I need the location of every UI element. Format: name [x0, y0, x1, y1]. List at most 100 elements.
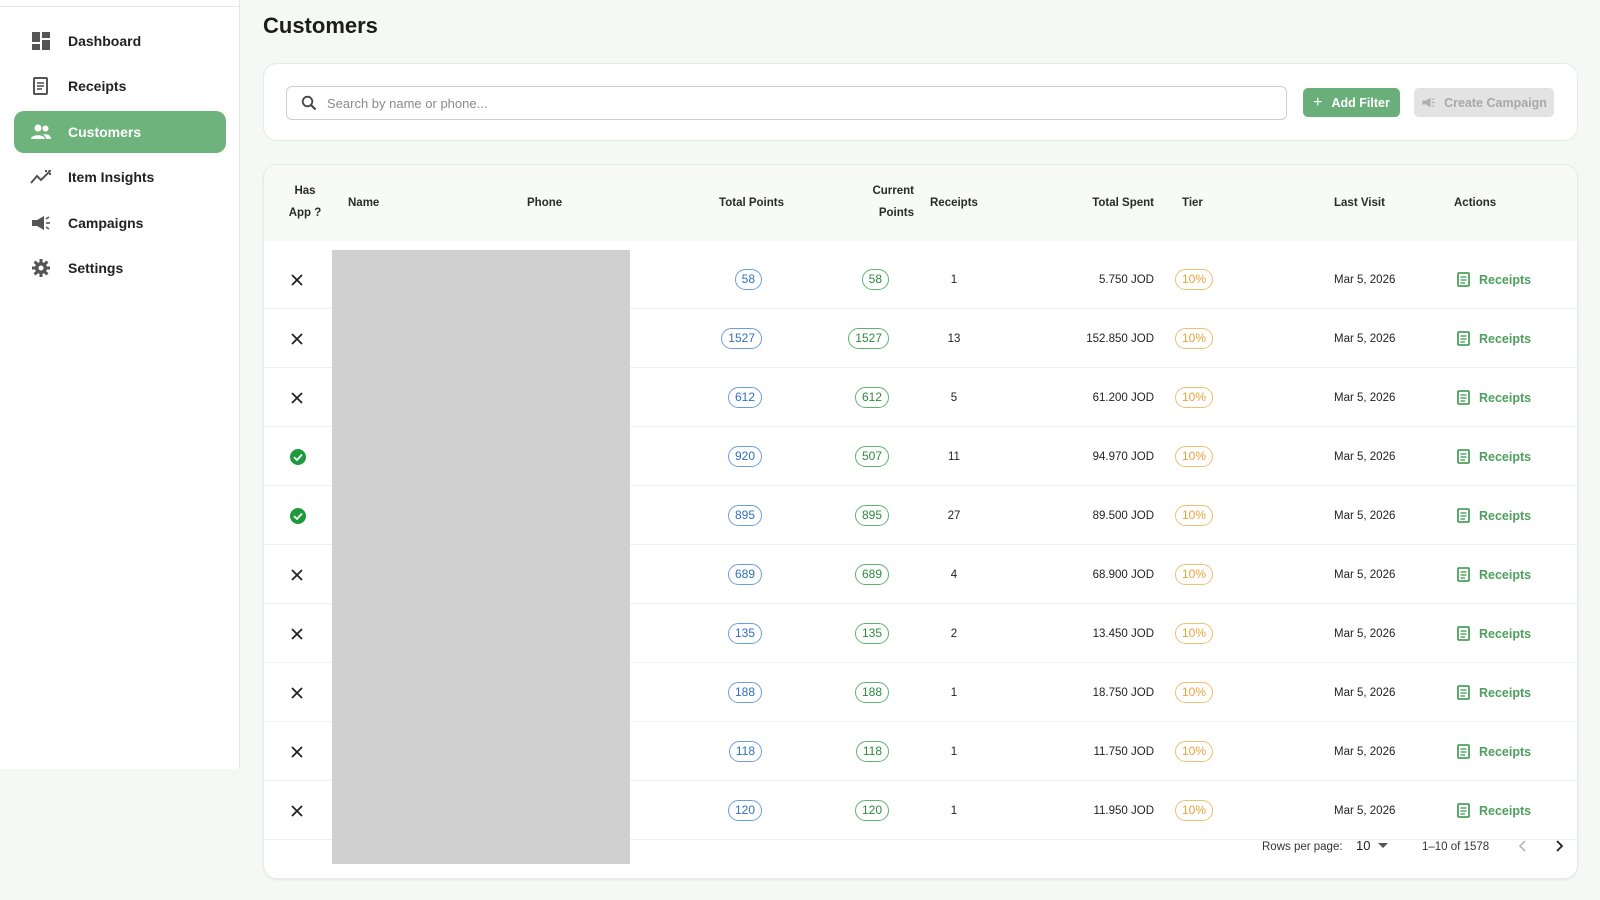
view-receipts-label: Receipts — [1479, 508, 1532, 523]
tier-badge: 10% — [1175, 505, 1214, 526]
tier-cell: 10% — [1175, 663, 1214, 722]
view-receipts-button[interactable]: Receipts — [1457, 567, 1531, 582]
sidebar-divider — [0, 6, 240, 7]
last-visit: Mar 5, 2026 — [1334, 391, 1396, 404]
total-points-cell: 58 — [684, 250, 762, 309]
tier-cell: 10% — [1175, 722, 1214, 781]
last-visit: Mar 5, 2026 — [1334, 568, 1396, 581]
total-points-badge: 920 — [727, 446, 762, 467]
current-points-badge: 188 — [854, 682, 889, 703]
search-input[interactable] — [327, 95, 1286, 111]
current-points-cell: 689 — [809, 545, 889, 604]
no-app-close-icon — [290, 545, 304, 604]
view-receipts-button[interactable]: Receipts — [1457, 685, 1531, 700]
current-points-cell: 188 — [809, 663, 889, 722]
sidebar-item-receipts[interactable]: Receipts — [14, 65, 226, 107]
has-app-check-icon — [290, 427, 306, 486]
header-has-app[interactable]: Has App ? — [287, 180, 323, 224]
view-receipts-button[interactable]: Receipts — [1457, 744, 1531, 759]
receipt-icon — [1457, 685, 1470, 700]
receipt-icon — [1457, 272, 1470, 287]
current-points-cell: 118 — [809, 722, 889, 781]
no-app-close-icon — [290, 663, 304, 722]
sidebar-item-item-insights[interactable]: Item Insights — [14, 156, 226, 198]
header-current-points[interactable]: Current Points — [854, 180, 914, 224]
page-title: Customers — [263, 13, 378, 38]
no-app-close-icon — [290, 250, 304, 309]
total-spent: 11.750 JOD — [1093, 745, 1154, 758]
view-receipts-button[interactable]: Receipts — [1457, 272, 1531, 287]
total-points-cell: 895 — [684, 486, 762, 545]
view-receipts-label: Receipts — [1479, 626, 1532, 641]
tier-badge: 10% — [1175, 387, 1214, 408]
search-icon — [301, 95, 317, 111]
megaphone-icon — [30, 212, 52, 234]
view-receipts-label: Receipts — [1479, 685, 1532, 700]
receipt-icon — [30, 75, 52, 97]
current-points-cell: 612 — [809, 368, 889, 427]
add-filter-button[interactable]: + Add Filter — [1303, 88, 1400, 117]
pagination-range: 1–10 of 1578 — [1422, 841, 1490, 853]
total-points-badge: 612 — [727, 387, 762, 408]
tier-cell: 10% — [1175, 604, 1214, 663]
sidebar-item-label: Settings — [68, 259, 124, 276]
total-points-badge: 1527 — [721, 328, 762, 349]
receipts-count: 11 — [948, 450, 960, 463]
view-receipts-button[interactable]: Receipts — [1457, 803, 1531, 818]
actions-cell: Receipts — [1457, 604, 1531, 663]
header-name[interactable]: Name — [348, 192, 379, 214]
receipt-icon — [1457, 331, 1470, 346]
view-receipts-label: Receipts — [1479, 744, 1532, 759]
view-receipts-button[interactable]: Receipts — [1457, 331, 1531, 346]
total-points-badge: 895 — [727, 505, 762, 526]
view-receipts-button[interactable]: Receipts — [1457, 626, 1531, 641]
total-spent: 152.850 JOD — [1086, 332, 1154, 345]
table-header: Has App ? Name Phone Total Points Curren… — [264, 165, 1577, 241]
customers-table: Has App ? Name Phone Total Points Curren… — [263, 164, 1578, 879]
next-page-button[interactable] — [1548, 835, 1570, 857]
tier-badge: 10% — [1175, 328, 1214, 349]
chevron-right-icon — [1556, 840, 1564, 852]
header-total-spent[interactable]: Total Spent — [1054, 192, 1154, 214]
create-campaign-button[interactable]: Create Campaign — [1414, 88, 1554, 117]
rows-per-page-value: 10 — [1356, 838, 1371, 853]
view-receipts-label: Receipts — [1479, 449, 1532, 464]
header-tier[interactable]: Tier — [1182, 192, 1203, 214]
sidebar-item-customers[interactable]: Customers — [14, 110, 226, 153]
sidebar-item-campaigns[interactable]: Campaigns — [14, 202, 226, 244]
filter-card: + Add Filter Create Campaign — [263, 63, 1578, 141]
sidebar-item-label: Dashboard — [68, 33, 142, 49]
tier-badge: 10% — [1175, 623, 1214, 644]
view-receipts-button[interactable]: Receipts — [1457, 508, 1531, 523]
rows-per-page-select[interactable]: 10 — [1356, 838, 1389, 853]
total-points-cell: 118 — [684, 722, 762, 781]
current-points-cell: 1527 — [809, 309, 889, 368]
header-actions: Actions — [1454, 197, 1497, 209]
view-receipts-button[interactable]: Receipts — [1457, 390, 1531, 405]
sidebar-item-dashboard[interactable]: Dashboard — [14, 20, 226, 62]
actions-cell: Receipts — [1457, 722, 1531, 781]
previous-page-button[interactable] — [1512, 835, 1534, 857]
receipt-icon — [1457, 508, 1470, 523]
current-points-badge: 118 — [855, 741, 889, 762]
header-phone[interactable]: Phone — [527, 192, 562, 214]
total-points-cell: 612 — [684, 368, 762, 427]
megaphone-icon — [1421, 95, 1436, 110]
tier-cell: 10% — [1175, 545, 1214, 604]
header-receipts[interactable]: Receipts — [930, 192, 978, 214]
actions-cell: Receipts — [1457, 663, 1531, 722]
receipts-count: 27 — [947, 509, 961, 522]
tier-badge: 10% — [1175, 682, 1214, 703]
redacted-name-phone-area — [332, 250, 630, 864]
view-receipts-button[interactable]: Receipts — [1457, 449, 1531, 464]
plus-icon: + — [1313, 93, 1323, 111]
no-app-close-icon — [290, 368, 304, 427]
current-points-cell: 507 — [809, 427, 889, 486]
header-total-points[interactable]: Total Points — [684, 192, 784, 214]
current-points-cell: 895 — [809, 486, 889, 545]
receipts-count: 13 — [947, 332, 961, 345]
rows-per-page-label: Rows per page: — [1262, 841, 1343, 853]
sidebar-item-settings[interactable]: Settings — [14, 247, 226, 289]
header-last-visit[interactable]: Last Visit — [1334, 192, 1385, 214]
last-visit: Mar 5, 2026 — [1334, 332, 1396, 345]
